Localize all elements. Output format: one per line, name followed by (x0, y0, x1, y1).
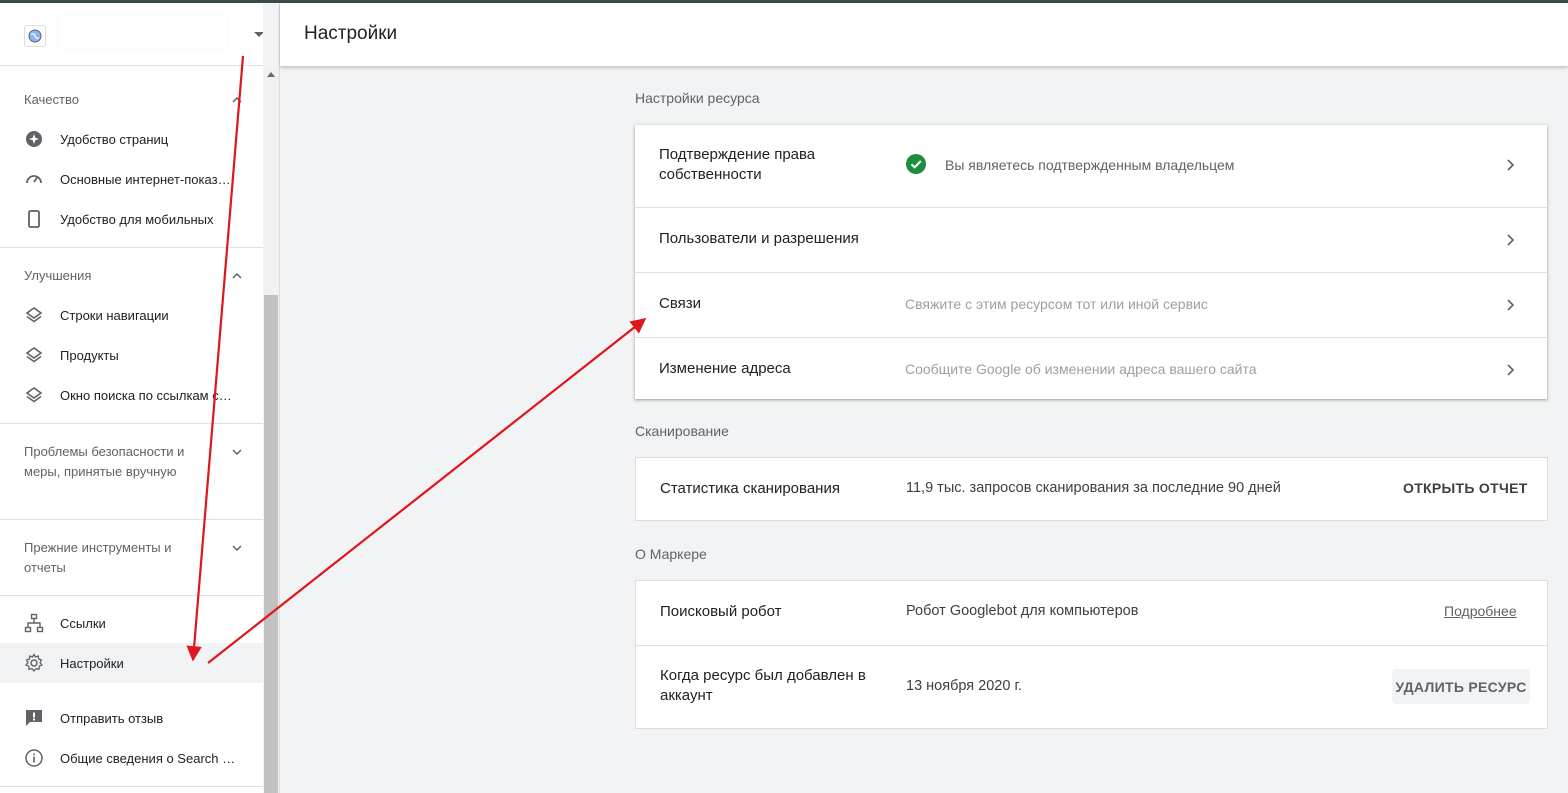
row-value: 13 ноября 2020 г. (906, 678, 1022, 694)
sidebar-item-label: Основные интернет-показатели (60, 171, 236, 187)
row-value: Робот Googlebot для компьютеров (906, 603, 1139, 619)
sidebar-item-send-feedback[interactable]: Отправить отзыв (0, 698, 263, 738)
dropdown-caret-icon[interactable] (254, 32, 263, 37)
verified-check-icon (906, 154, 926, 174)
resource-settings-card: Подтверждение права собственности Вы явл… (635, 125, 1547, 399)
section-label-crawling: Сканирование (635, 423, 729, 439)
sidebar-item-about-search-console[interactable]: Общие сведения о Search Console (0, 738, 263, 778)
crawling-card: Статистика сканирования 11,9 тыс. запрос… (635, 457, 1548, 521)
row-description: Свяжите с этим ресурсом тот или иной сер… (905, 296, 1208, 312)
row-date-added: Когда ресурс был добавлен в аккаунт 13 н… (636, 646, 1547, 729)
chevron-right-icon[interactable] (1503, 298, 1517, 312)
section-label-about: О Маркере (635, 546, 707, 562)
row-label: Когда ресурс был добавлен в аккаунт (660, 667, 866, 704)
sidebar-item-core-web-vitals[interactable]: Основные интернет-показатели (0, 159, 263, 199)
property-name-redacted (58, 15, 228, 49)
remove-property-button[interactable]: УДАЛИТЬ РЕСУРС (1392, 669, 1530, 704)
chevron-down-icon[interactable] (231, 542, 243, 554)
speedometer-icon (24, 169, 44, 189)
divider (0, 423, 263, 424)
sidebar-item-links[interactable]: Ссылки (0, 603, 263, 643)
sidebar-item-mobile-usability[interactable]: Удобство для мобильных (0, 199, 263, 239)
divider (0, 786, 263, 787)
layers-icon (24, 345, 44, 365)
chevron-down-icon[interactable] (231, 446, 243, 458)
row-label: Связи (659, 295, 702, 312)
row-label: Статистика сканирования (660, 480, 840, 497)
row-value: 11,9 тыс. запросов сканирования за после… (906, 480, 1281, 496)
sidebar-item-label: Удобство страниц (60, 131, 169, 147)
chevron-right-icon[interactable] (1503, 158, 1517, 172)
sidebar-item-label: Окно поиска по ссылкам сайта (60, 387, 236, 403)
row-crawler: Поисковый робот Робот Googlebot для комп… (636, 581, 1547, 646)
sidebar-item-label: Настройки (60, 655, 124, 671)
info-icon (24, 748, 44, 768)
sidebar-item-page-experience[interactable]: Удобство страниц (0, 119, 263, 159)
divider (0, 519, 263, 520)
chevron-up-icon[interactable] (231, 94, 243, 106)
sidebar-item-settings[interactable]: Настройки (0, 643, 263, 683)
property-selector[interactable] (0, 3, 263, 66)
sidebar-border (279, 0, 280, 793)
globe-icon (24, 25, 46, 47)
sidebar-item-label: Строки навигации (60, 307, 169, 323)
open-report-button[interactable]: ОТКРЫТЬ ОТЧЕТ (1403, 480, 1528, 496)
scroll-up-arrow-icon[interactable] (267, 72, 275, 77)
sidebar: Качество Удобство страниц Основные интер… (0, 0, 263, 793)
divider (0, 247, 263, 248)
about-card: Поисковый робот Робот Googlebot для комп… (635, 580, 1548, 729)
row-change-of-address[interactable]: Изменение адреса Сообщите Google об изме… (635, 338, 1547, 401)
scrollbar-thumb[interactable] (264, 295, 278, 793)
row-label: Подтверждение права собственности (659, 146, 816, 183)
section-title-quality[interactable]: Качество (24, 90, 79, 110)
chevron-right-icon[interactable] (1503, 233, 1517, 247)
section-title-security[interactable]: Проблемы безопасности и меры, принятые в… (24, 442, 194, 482)
row-crawl-stats: Статистика сканирования 11,9 тыс. запрос… (636, 458, 1547, 520)
layers-icon (24, 305, 44, 325)
mobile-phone-icon (24, 209, 44, 229)
page-title: Настройки (304, 23, 398, 44)
sidebar-scrollbar[interactable] (263, 67, 280, 793)
row-associations[interactable]: Связи Свяжите с этим ресурсом тот или ин… (635, 273, 1547, 338)
sidebar-item-label: Общие сведения о Search Console (60, 750, 236, 766)
sidebar-item-label: Удобство для мобильных (60, 211, 214, 227)
sidebar-item-sitelinks-searchbox[interactable]: Окно поиска по ссылкам сайта (0, 375, 263, 415)
verified-status-text: Вы являетесь подтвержденным владельцем (945, 157, 1235, 173)
row-label: Поисковый робот (660, 603, 782, 620)
row-description: Сообщите Google об изменении адреса ваше… (905, 361, 1257, 377)
divider (0, 595, 263, 596)
learn-more-link[interactable]: Подробнее (1444, 603, 1517, 619)
sitemap-icon (24, 613, 44, 633)
plus-circle-icon (24, 129, 44, 149)
sidebar-item-products[interactable]: Продукты (0, 335, 263, 375)
row-label: Изменение адреса (659, 360, 791, 377)
gear-icon (24, 653, 44, 673)
row-users-permissions[interactable]: Пользователи и разрешения (635, 208, 1547, 273)
feedback-icon (24, 708, 44, 728)
layers-icon (24, 385, 44, 405)
chevron-up-icon[interactable] (231, 270, 243, 282)
sidebar-item-label: Отправить отзыв (60, 710, 164, 726)
sidebar-item-breadcrumbs[interactable]: Строки навигации (0, 295, 263, 335)
top-app-bar: Настройки (280, 3, 1568, 66)
section-title-enhancements[interactable]: Улучшения (24, 266, 91, 286)
section-title-legacy-tools[interactable]: Прежние инструменты и отчеты (24, 538, 194, 578)
row-label: Пользователи и разрешения (659, 230, 859, 247)
sidebar-item-label: Продукты (60, 347, 119, 363)
window-top-border (0, 0, 1568, 3)
chevron-right-icon[interactable] (1503, 363, 1517, 377)
row-ownership-verification[interactable]: Подтверждение права собственности Вы явл… (635, 125, 1547, 208)
sidebar-item-label: Ссылки (60, 615, 106, 631)
section-label-resource-settings: Настройки ресурса (635, 90, 760, 106)
